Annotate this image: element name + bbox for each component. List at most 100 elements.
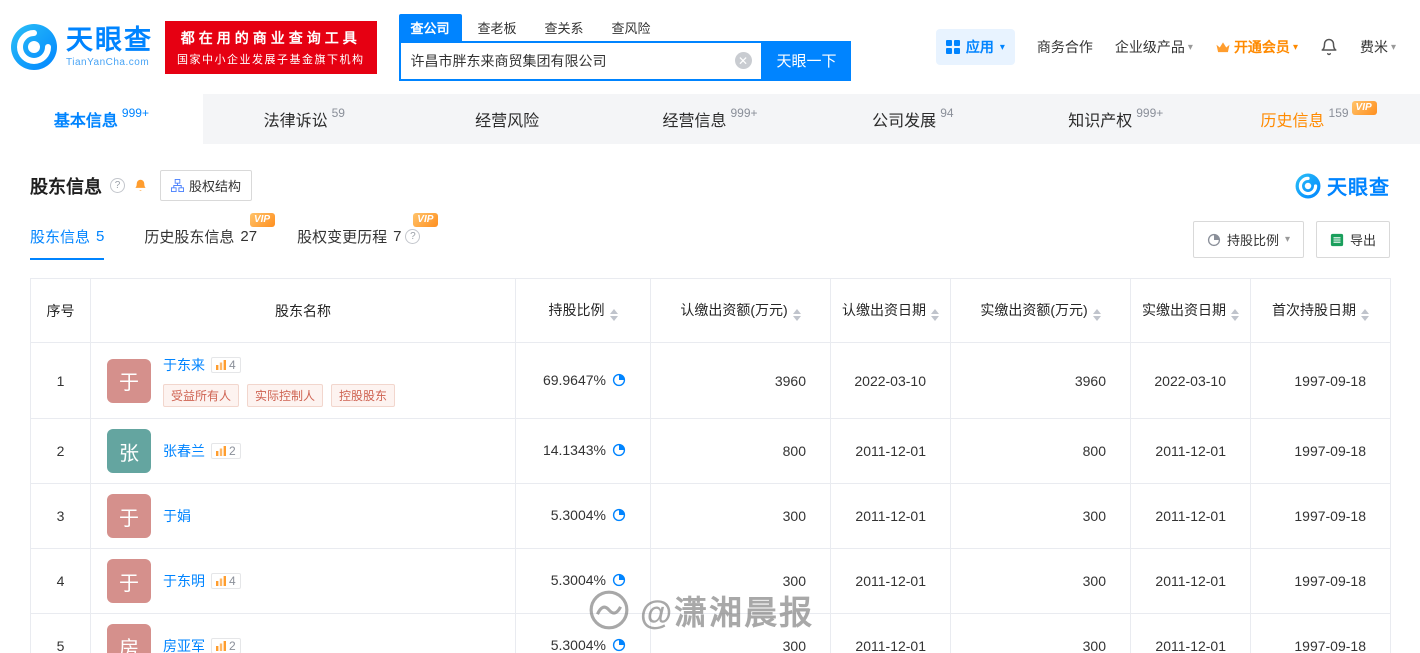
equity-structure-label: 股权结构 — [189, 179, 242, 194]
subtab-2[interactable]: 历史股东信息 27 VIP — [144, 212, 276, 260]
subscribe-bell-icon[interactable] — [133, 178, 148, 194]
vip-badge: VIP — [249, 212, 276, 227]
subtab-3[interactable]: 股权变更历程 7 VIP? — [297, 212, 439, 260]
column-header-6[interactable]: 实缴出资额(万元) — [950, 278, 1131, 343]
shareholder-tag[interactable]: 实际控制人 — [247, 383, 324, 407]
apps-menu[interactable]: 应用 ▾ — [935, 29, 1015, 65]
column-header-2: 股东名称 — [90, 278, 516, 343]
tab-2[interactable]: 法律诉讼 59 — [203, 94, 406, 144]
row-index: 3 — [30, 483, 91, 549]
logo-eye-icon — [10, 23, 58, 71]
column-header-1: 序号 — [30, 278, 91, 343]
shareholder-tag[interactable]: 控股股东 — [331, 383, 396, 407]
company-section-tabs: 基本信息 999+ 法律诉讼 59 经营风险 经营信息 999+ 公司发展 94 知识产权 999+… — [0, 94, 1420, 144]
column-header-5[interactable]: 认缴出资日期 — [830, 278, 951, 343]
table-header-row: 序号 股东名称 持股比例 认缴出资额(万元) 认缴出资日期 实缴出资额(万元) 实缴出资日期… — [30, 278, 1391, 343]
first-holding-date-cell: 1997-09-18 — [1250, 418, 1391, 484]
subscribed-amount-cell: 300 — [650, 613, 831, 653]
tab-count: 999+ — [121, 106, 149, 120]
column-header-4[interactable]: 认缴出资额(万元) — [650, 278, 831, 343]
relation-count-badge[interactable]: 4 — [211, 573, 241, 589]
tab-label: 知识产权 — [1068, 113, 1133, 130]
relation-count-badge[interactable]: 2 — [211, 638, 241, 653]
subscribed-amount-cell: 300 — [650, 548, 831, 614]
shareholder-name-cell: 于于娟 — [90, 483, 516, 549]
search-area: 查公司查老板查关系查风险 ✕ 天眼一下 — [398, 13, 851, 81]
row-index: 1 — [30, 342, 91, 419]
holding-ratio-value: 5.3004% — [550, 637, 606, 653]
tab-5[interactable]: 公司发展 94 — [811, 94, 1014, 144]
holding-ratio-value: 14.1343% — [542, 442, 606, 458]
subtab-1[interactable]: 股东信息 5 — [30, 226, 105, 260]
paid-date-cell: 2011-12-01 — [1130, 483, 1251, 549]
column-header-7[interactable]: 实缴出资日期 — [1130, 278, 1251, 343]
paid-date-cell: 2011-12-01 — [1130, 613, 1251, 653]
pie-chart-icon[interactable] — [612, 443, 626, 460]
relation-count-badge[interactable]: 4 — [211, 356, 241, 373]
sort-icon — [609, 309, 618, 321]
shareholder-name-link[interactable]: 于东来 — [163, 355, 205, 375]
shareholder-tag[interactable]: 受益所有人 — [163, 383, 240, 407]
tab-4[interactable]: 经营信息 999+ — [609, 94, 812, 144]
subtab-label: 历史股东信息 — [144, 228, 235, 246]
shareholder-name-link[interactable]: 张春兰 — [163, 441, 205, 461]
crown-icon — [1215, 41, 1231, 54]
column-header-8[interactable]: 首次持股日期 — [1250, 278, 1391, 343]
shareholder-name-link[interactable]: 房亚军 — [163, 636, 205, 653]
shareholder-subtabs: 股东信息 5 历史股东信息 27 VIP 股权变更历程 7 VIP? 持股比例 ▾ — [30, 212, 1390, 264]
tab-3[interactable]: 经营风险 — [406, 94, 609, 144]
paid-amount-cell: 300 — [950, 548, 1131, 614]
tab-1[interactable]: 基本信息 999+ — [0, 94, 203, 144]
user-menu[interactable]: 费米 ▾ — [1360, 37, 1396, 57]
search-button[interactable]: 天眼一下 — [762, 40, 851, 81]
search-input[interactable] — [400, 52, 735, 69]
tab-7[interactable]: 历史信息 159 VIP — [1217, 94, 1420, 144]
table-row: 5 房房亚军 2 5.3004% 300 2011-12-01 300 2011-12-01 1… — [30, 613, 1391, 653]
subtab-count: 27 — [240, 227, 258, 245]
pie-chart-icon[interactable] — [612, 638, 626, 653]
nav-enterprise-products[interactable]: 企业级产品 ▾ — [1115, 37, 1193, 57]
pie-chart-icon[interactable] — [612, 508, 626, 525]
sort-icon — [792, 309, 801, 321]
search-tab[interactable]: 查风险 — [600, 14, 663, 41]
sort-icon — [931, 309, 939, 321]
paid-amount-cell: 800 — [950, 418, 1131, 484]
holding-ratio-cell: 5.3004% — [515, 548, 651, 614]
nav-open-vip[interactable]: 开通会员 ▾ — [1215, 37, 1298, 57]
tab-count: 999+ — [1136, 106, 1164, 120]
search-tab[interactable]: 查关系 — [533, 14, 596, 41]
sort-icon — [1361, 309, 1369, 321]
nav-business-cooperation[interactable]: 商务合作 — [1037, 37, 1093, 57]
logo-text: 天眼查 TianYanCha.com — [66, 26, 153, 68]
help-icon[interactable]: ? — [110, 178, 125, 193]
column-header-3[interactable]: 持股比例 — [515, 278, 651, 343]
column-label: 实缴出资日期 — [1142, 302, 1226, 318]
search-tab[interactable]: 查老板 — [466, 14, 529, 41]
pie-chart-icon[interactable] — [612, 373, 626, 390]
vip-badge: VIP — [413, 212, 439, 227]
subtab-label: 股权变更历程 — [297, 228, 388, 246]
search-tab[interactable]: 查公司 — [398, 13, 462, 41]
help-icon[interactable]: ? — [405, 228, 421, 244]
sort-icon — [1231, 309, 1239, 321]
main-content: 股东信息 ? 股权结构 天眼查 股东信息 5 历史股东信息 27 VIP 股权变… — [0, 170, 1420, 653]
table-row: 1 于于东来 4 受益所有人 实际控制人 控股股东 69.9647% 3960 2022-03-… — [30, 342, 1391, 419]
row-index: 2 — [30, 418, 91, 484]
tianyancha-logo[interactable]: 天眼查 TianYanCha.com — [10, 23, 153, 71]
pie-chart-icon[interactable] — [612, 573, 626, 590]
shareholders-table: 序号 股东名称 持股比例 认缴出资额(万元) 认缴出资日期 实缴出资额(万元) 实缴出资日期… — [30, 278, 1391, 653]
export-button[interactable]: 导出 — [1315, 221, 1390, 258]
holding-ratio-cell: 14.1343% — [515, 418, 651, 484]
holding-ratio-value: 69.9647% — [542, 371, 606, 388]
tab-6[interactable]: 知识产权 999+ — [1014, 94, 1217, 144]
notification-bell-icon[interactable] — [1320, 38, 1338, 56]
equity-structure-button[interactable]: 股权结构 — [160, 170, 253, 201]
tab-count: 94 — [940, 106, 954, 120]
relation-count-badge[interactable]: 2 — [211, 443, 241, 459]
holding-ratio-filter-button[interactable]: 持股比例 ▾ — [1192, 221, 1304, 258]
tab-count: 159 — [1328, 106, 1349, 120]
clear-icon[interactable]: ✕ — [734, 52, 752, 69]
shareholder-name-link[interactable]: 于娟 — [163, 506, 191, 526]
avatar: 张 — [107, 429, 151, 473]
shareholder-name-link[interactable]: 于东明 — [163, 571, 205, 591]
